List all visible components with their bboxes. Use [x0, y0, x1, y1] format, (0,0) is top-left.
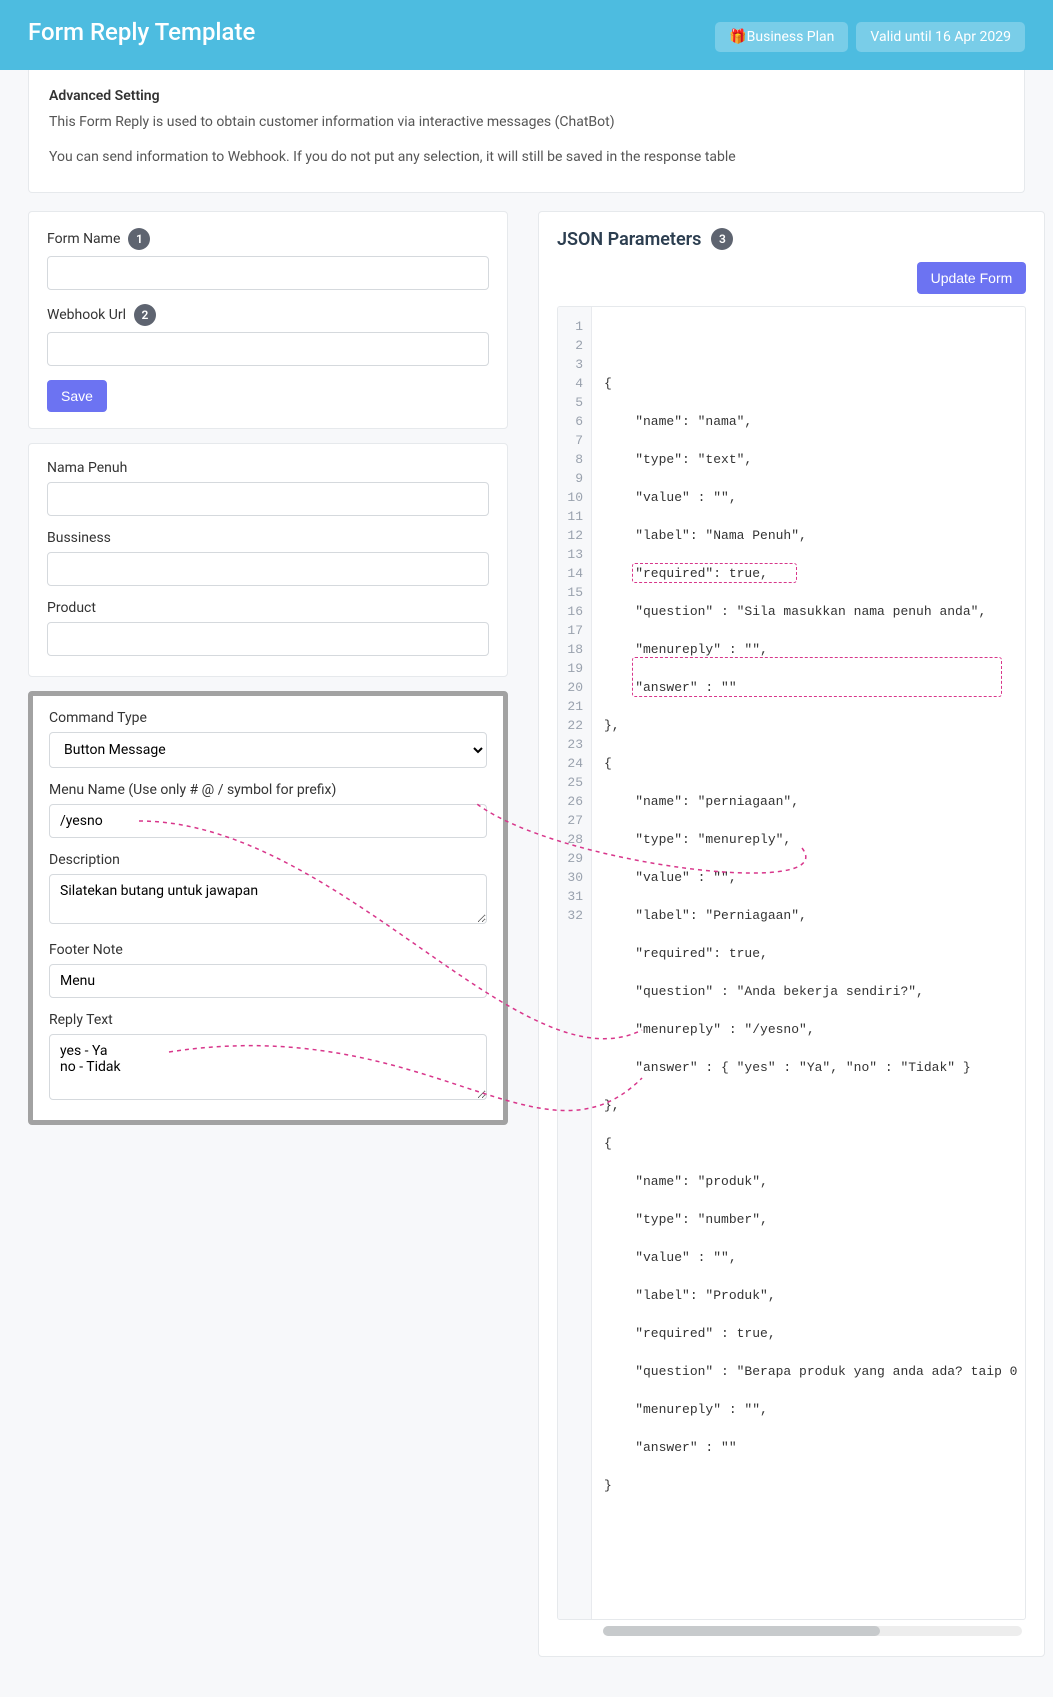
page-title: Form Reply Template — [28, 18, 255, 46]
reply-text-label: Reply Text — [49, 1012, 487, 1028]
editor-gutter: 123456789 1011121314151617 1819202122232… — [558, 307, 592, 1619]
reply-text-textarea[interactable] — [49, 1034, 487, 1100]
form-fields-panel: Nama Penuh Bussiness Product — [28, 443, 508, 677]
footer-note-label: Footer Note — [49, 942, 487, 958]
menu-name-label: Menu Name (Use only # @ / symbol for pre… — [49, 782, 487, 798]
command-type-select[interactable]: Button Message — [49, 732, 487, 768]
footer-note-input[interactable] — [49, 964, 487, 998]
nama-penuh-label: Nama Penuh — [47, 460, 489, 476]
valid-badge: Valid until 16 Apr 2029 — [856, 22, 1025, 52]
advanced-heading: Advanced Setting — [49, 88, 1004, 104]
description-textarea[interactable] — [49, 874, 487, 924]
menu-name-input[interactable] — [49, 804, 487, 838]
json-parameters-title: JSON Parameters — [557, 229, 701, 250]
form-name-label: Form Name 1 — [47, 228, 489, 250]
editor-horizontal-scrollbar[interactable] — [603, 1626, 1022, 1636]
command-type-label: Command Type — [49, 710, 487, 726]
webhook-url-input[interactable] — [47, 332, 489, 366]
editor-code[interactable]: { "name": "nama", "type": "text", "value… — [592, 307, 1025, 1619]
json-editor[interactable]: 123456789 1011121314151617 1819202122232… — [557, 306, 1026, 1620]
bussiness-input[interactable] — [47, 552, 489, 586]
update-form-button[interactable]: Update Form — [917, 262, 1027, 294]
webhook-url-label-text: Webhook Url — [47, 307, 126, 323]
description-label: Description — [49, 852, 487, 868]
product-label: Product — [47, 600, 489, 616]
json-parameters-panel: JSON Parameters 3 Update Form 123456789 … — [538, 211, 1045, 1657]
advanced-setting-card: Advanced Setting This Form Reply is used… — [28, 70, 1025, 193]
nama-penuh-input[interactable] — [47, 482, 489, 516]
bussiness-label: Bussiness — [47, 530, 489, 546]
plan-label: Business Plan — [747, 29, 835, 45]
step-badge-2: 2 — [134, 304, 156, 326]
plan-badge: 🎁Business Plan — [715, 22, 848, 52]
step-badge-1: 1 — [128, 228, 150, 250]
plan-emoji-icon: 🎁 — [729, 29, 746, 45]
command-panel: Command Type Button Message Menu Name (U… — [28, 691, 508, 1125]
scrollbar-thumb[interactable] — [603, 1626, 880, 1636]
header-badges: 🎁Business Plan Valid until 16 Apr 2029 — [715, 22, 1025, 52]
webhook-url-label: Webhook Url 2 — [47, 304, 489, 326]
advanced-line2: You can send information to Webhook. If … — [49, 147, 1004, 168]
form-name-input[interactable] — [47, 256, 489, 290]
product-input[interactable] — [47, 622, 489, 656]
advanced-line1: This Form Reply is used to obtain custom… — [49, 112, 1004, 133]
step-badge-3: 3 — [711, 228, 733, 250]
form-name-label-text: Form Name — [47, 231, 120, 247]
form-settings-panel: Form Name 1 Webhook Url 2 Save — [28, 211, 508, 429]
save-button[interactable]: Save — [47, 380, 107, 412]
page-header: Form Reply Template 🎁Business Plan Valid… — [0, 0, 1053, 70]
